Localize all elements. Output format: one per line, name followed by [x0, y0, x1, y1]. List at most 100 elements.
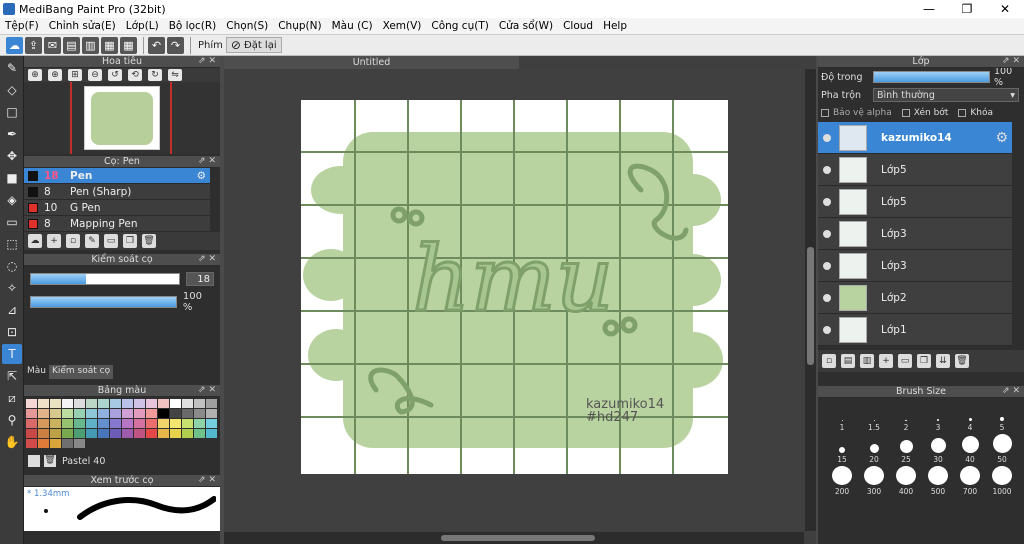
palette-swatch[interactable]: [38, 429, 49, 438]
palette-swatch[interactable]: [134, 399, 145, 408]
layer-row[interactable]: Lớp5: [818, 186, 1012, 218]
close-button[interactable]: ✕: [986, 0, 1024, 18]
palette-swatch[interactable]: [158, 399, 169, 408]
menu-item[interactable]: Lớp(L): [121, 20, 164, 32]
layer-row[interactable]: Lớp3: [818, 250, 1012, 282]
gradient-tool-icon[interactable]: ▭: [2, 212, 22, 232]
palette-swatch[interactable]: [62, 399, 73, 408]
menu-item[interactable]: Cloud: [558, 20, 598, 32]
panel-pin-icon[interactable]: ⇗ ✕: [1002, 56, 1020, 66]
alpha-protect-checkbox[interactable]: [821, 109, 829, 117]
document-icon[interactable]: ▦: [101, 36, 118, 54]
text-tool-icon[interactable]: T: [2, 344, 22, 364]
panel-pin-icon[interactable]: ⇗ ✕: [1002, 386, 1020, 396]
menu-item[interactable]: Cửa sổ(W): [494, 20, 558, 32]
layer-visibility-icon[interactable]: [823, 293, 831, 302]
brush-size-preset[interactable]: 2: [890, 402, 922, 434]
palette-swatch[interactable]: [38, 439, 49, 448]
new-brush-icon[interactable]: ▫: [66, 234, 80, 248]
palette-swatch[interactable]: [74, 429, 85, 438]
palette-swatch[interactable]: [182, 399, 193, 408]
tab-brush-control[interactable]: Kiểm soát cọ: [48, 365, 114, 379]
palette-swatch[interactable]: [98, 409, 109, 418]
palette-swatch[interactable]: [26, 439, 37, 448]
palette-swatch[interactable]: [98, 429, 109, 438]
palette-swatch[interactable]: [50, 439, 61, 448]
palette-swatch[interactable]: [38, 409, 49, 418]
palette-swatch[interactable]: [206, 399, 217, 408]
palette-swatch[interactable]: [26, 419, 37, 428]
menu-item[interactable]: Bộ lọc(R): [164, 20, 222, 32]
layer-row[interactable]: Lớp5: [818, 154, 1012, 186]
palette-swatch[interactable]: [194, 429, 205, 438]
palette-swatch[interactable]: [50, 429, 61, 438]
brush-size-preset[interactable]: 20: [858, 434, 890, 466]
gear-icon[interactable]: ⚙: [995, 130, 1008, 146]
canvas-viewport[interactable]: hmu kazumiko14 #hd247: [224, 69, 804, 531]
layer-visibility-icon[interactable]: [823, 325, 831, 334]
brush-size-value[interactable]: 18: [186, 272, 214, 286]
palette-swatch[interactable]: [62, 429, 73, 438]
fit-icon[interactable]: ⊞: [68, 69, 82, 81]
palette-swatch[interactable]: [122, 419, 133, 428]
palette-swatch[interactable]: [194, 399, 205, 408]
brush-item[interactable]: 18 Pen ⚙: [24, 168, 210, 184]
palette-swatch[interactable]: [182, 409, 193, 418]
new-8bit-layer-icon[interactable]: ▥: [860, 354, 874, 368]
lock-checkbox[interactable]: [958, 109, 967, 117]
palette-swatch[interactable]: [122, 409, 133, 418]
menu-item[interactable]: Help: [598, 20, 632, 32]
select-eraser-tool-icon[interactable]: ⊡: [2, 322, 22, 342]
palette-swatch[interactable]: [194, 409, 205, 418]
menu-item[interactable]: Tệp(F): [0, 20, 44, 32]
palette-swatch[interactable]: [74, 419, 85, 428]
undo-icon[interactable]: ↶: [148, 36, 165, 54]
palette-swatch[interactable]: [146, 399, 157, 408]
layer-visibility-icon[interactable]: [823, 165, 831, 174]
palette-swatch[interactable]: [158, 429, 169, 438]
brush-size-preset[interactable]: 500: [922, 466, 954, 498]
brush-tool-icon[interactable]: ✎: [2, 58, 22, 78]
palette-swatch[interactable]: [110, 429, 121, 438]
brush-size-slider[interactable]: [30, 273, 180, 285]
palette-swatch[interactable]: [206, 409, 217, 418]
palette-swatch[interactable]: [26, 429, 37, 438]
brush-size-preset[interactable]: 40: [954, 434, 986, 466]
layer-row[interactable]: Lớp1: [818, 314, 1012, 346]
reset-rotate-icon[interactable]: ⟲: [128, 69, 142, 81]
palette-swatch[interactable]: [38, 399, 49, 408]
chat-icon[interactable]: ▤: [63, 36, 80, 54]
redo-icon[interactable]: ↷: [167, 36, 184, 54]
cloud-brush-icon[interactable]: ☁: [28, 234, 42, 248]
palette-swatch[interactable]: [170, 409, 181, 418]
rotate-left-icon[interactable]: ↺: [108, 69, 122, 81]
lasso-tool-icon[interactable]: ◌: [2, 256, 22, 276]
menu-item[interactable]: Công cụ(T): [426, 20, 493, 32]
palette-swatch[interactable]: [26, 399, 37, 408]
palette-swatch[interactable]: [134, 409, 145, 418]
palette-swatch[interactable]: [86, 399, 97, 408]
palette-swatch[interactable]: [134, 429, 145, 438]
artboard[interactable]: hmu kazumiko14 #hd247: [301, 100, 728, 474]
palette-swatch[interactable]: [170, 399, 181, 408]
palette-swatch[interactable]: [206, 429, 217, 438]
edit-brush-icon[interactable]: ✎: [85, 234, 99, 248]
palette-swatch[interactable]: [50, 419, 61, 428]
brush-size-preset[interactable]: 3: [922, 402, 954, 434]
palette-swatch[interactable]: [182, 429, 193, 438]
select-pen-tool-icon[interactable]: ⊿: [2, 300, 22, 320]
palette-swatch[interactable]: [146, 419, 157, 428]
palette-swatch[interactable]: [50, 399, 61, 408]
palette-swatch[interactable]: [194, 419, 205, 428]
merge-layer-icon[interactable]: ⇊: [936, 354, 950, 368]
brush-size-preset[interactable]: 200: [826, 466, 858, 498]
menu-item[interactable]: Chụp(N): [273, 20, 326, 32]
layer-visibility-icon[interactable]: [823, 133, 831, 142]
palette-swatch[interactable]: [182, 419, 193, 428]
palette-swatch[interactable]: [170, 429, 181, 438]
rectangle-tool-icon[interactable]: □: [2, 102, 22, 122]
maximize-button[interactable]: ❐: [948, 0, 986, 18]
brush-size-preset[interactable]: 1.5: [858, 402, 890, 434]
palette-swatch[interactable]: [86, 409, 97, 418]
palette-swatch[interactable]: [98, 399, 109, 408]
